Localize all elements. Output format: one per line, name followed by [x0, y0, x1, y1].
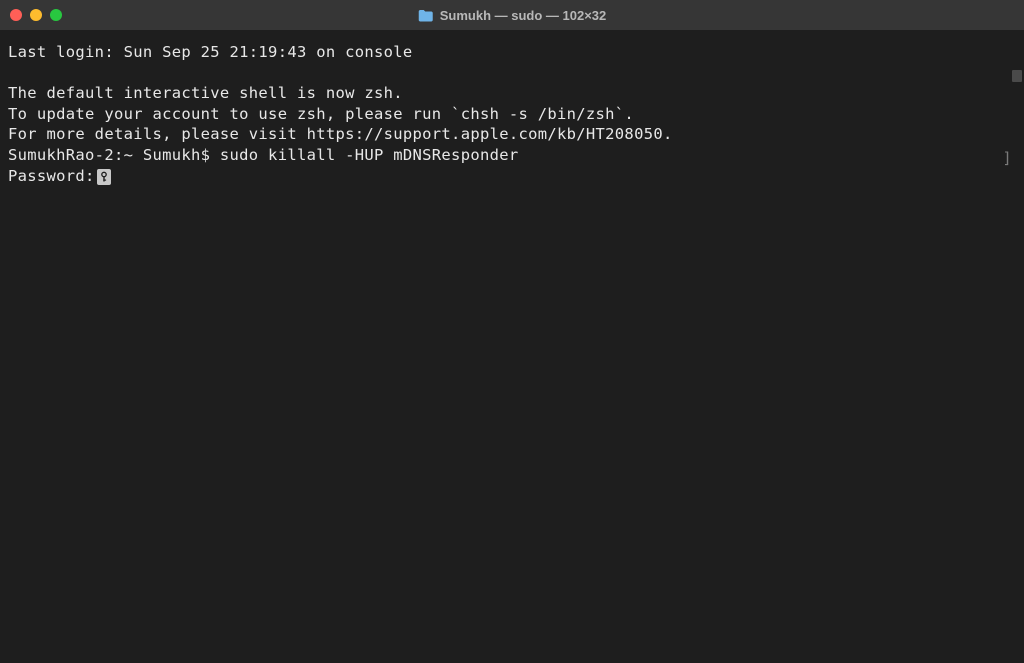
terminal-line: To update your account to use zsh, pleas… [8, 104, 1016, 125]
traffic-lights [10, 9, 62, 21]
maximize-button[interactable] [50, 9, 62, 21]
window-title: Sumukh — sudo — 102×32 [440, 8, 607, 23]
key-icon [97, 169, 111, 185]
right-bracket-indicator: ] [1002, 148, 1012, 169]
terminal-line: Last login: Sun Sep 25 21:19:43 on conso… [8, 42, 1016, 63]
scrollbar-indicator[interactable] [1012, 70, 1022, 82]
password-prompt-line: Password: [8, 166, 1016, 187]
terminal-line: SumukhRao-2:~ Sumukh$ sudo killall -HUP … [8, 145, 1016, 166]
terminal-body[interactable]: Last login: Sun Sep 25 21:19:43 on conso… [0, 30, 1024, 663]
password-prompt: Password: [8, 167, 95, 185]
close-button[interactable] [10, 9, 22, 21]
window-title-wrapper: Sumukh — sudo — 102×32 [418, 8, 607, 23]
terminal-line [8, 63, 1016, 84]
terminal-line: For more details, please visit https://s… [8, 124, 1016, 145]
minimize-button[interactable] [30, 9, 42, 21]
window-titlebar: Sumukh — sudo — 102×32 [0, 0, 1024, 30]
folder-icon [418, 9, 434, 22]
terminal-line: The default interactive shell is now zsh… [8, 83, 1016, 104]
